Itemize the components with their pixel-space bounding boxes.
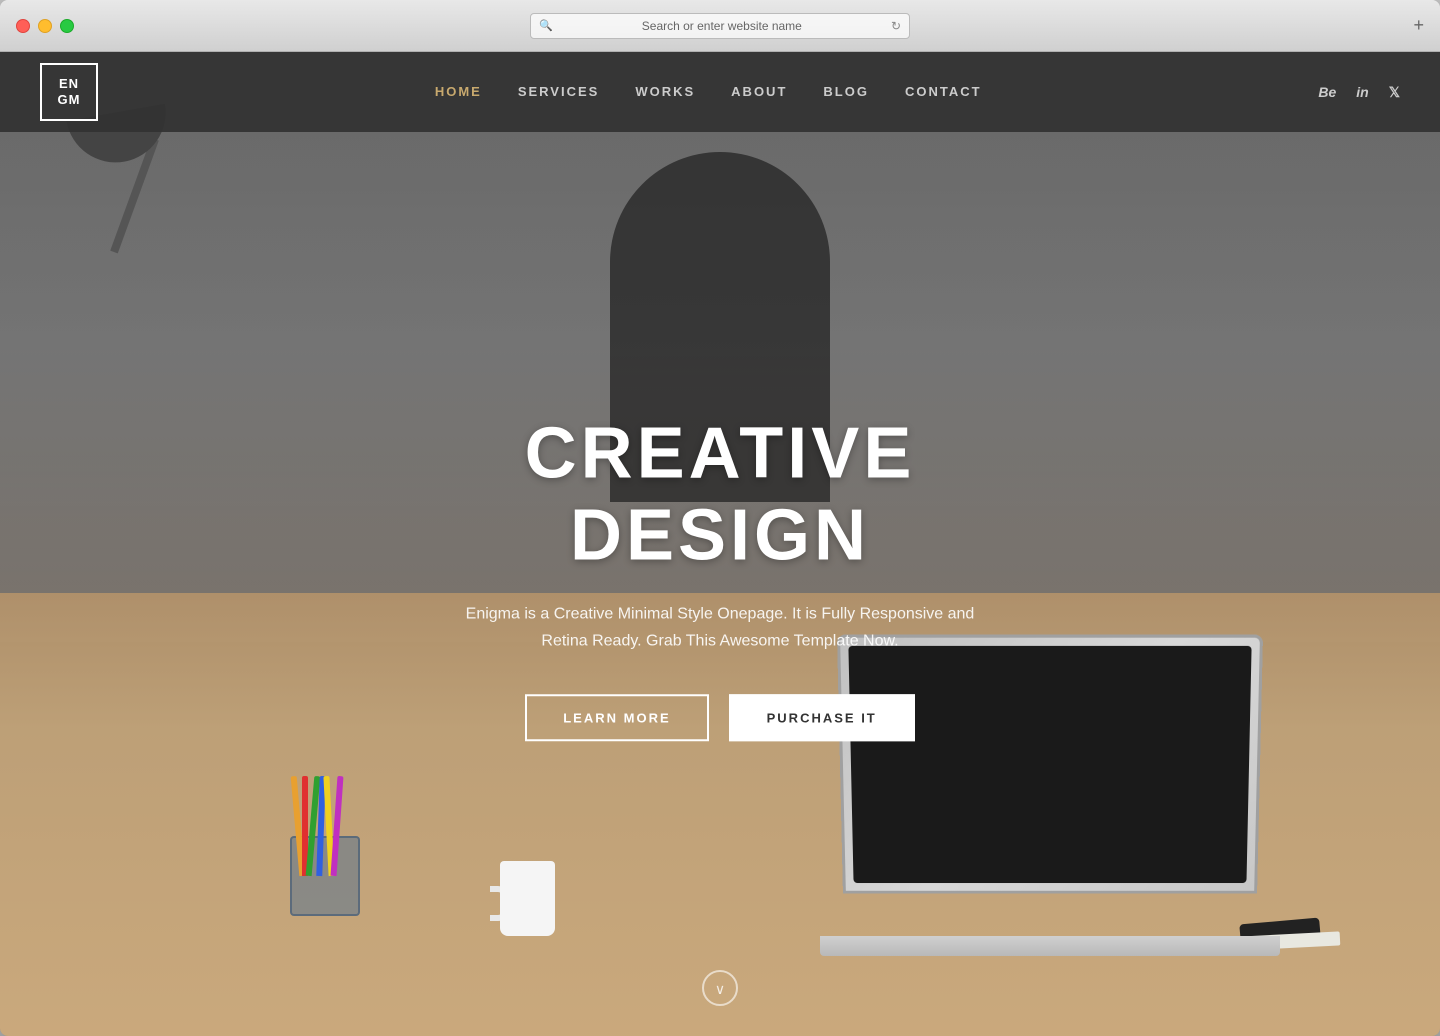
maximize-button[interactable] — [60, 19, 74, 33]
close-button[interactable] — [16, 19, 30, 33]
pencil-holder — [280, 796, 370, 916]
nav-works[interactable]: WORKS — [635, 84, 695, 99]
nav-blog[interactable]: BLOG — [823, 84, 869, 99]
hero-content: CREATIVE DESIGN Enigma is a Creative Min… — [370, 412, 1070, 741]
browser-window: 🔍 Search or enter website name ↻ + — [0, 0, 1440, 1036]
mug-body — [500, 861, 555, 936]
search-icon: 🔍 — [539, 19, 553, 32]
hero-title: CREATIVE DESIGN — [370, 412, 1070, 576]
behance-icon[interactable]: Be — [1318, 84, 1336, 100]
nav-contact[interactable]: CONTACT — [905, 84, 982, 99]
logo[interactable]: EN GM — [40, 63, 98, 121]
address-bar-text: Search or enter website name — [559, 19, 885, 33]
scroll-indicator[interactable]: ∨ — [702, 970, 738, 1006]
hero-buttons: LEARN MORE PURCHASE IT — [370, 695, 1070, 742]
scroll-circle[interactable]: ∨ — [702, 970, 738, 1006]
linkedin-icon[interactable]: in — [1356, 84, 1368, 100]
navbar: EN GM HOME SERVICES WORKS ABOUT BLOG CON… — [0, 52, 1440, 132]
apple-logo — [1030, 746, 1070, 786]
nav-about[interactable]: ABOUT — [731, 84, 787, 99]
reload-icon[interactable]: ↻ — [891, 19, 901, 33]
minimize-button[interactable] — [38, 19, 52, 33]
logo-text: EN GM — [58, 76, 81, 107]
purchase-button[interactable]: PURCHASE IT — [729, 695, 915, 742]
website-content: EN GM HOME SERVICES WORKS ABOUT BLOG CON… — [0, 52, 1440, 1036]
chevron-down-icon: ∨ — [715, 981, 725, 998]
address-bar[interactable]: 🔍 Search or enter website name ↻ — [530, 13, 910, 39]
learn-more-button[interactable]: LEARN MORE — [525, 695, 708, 742]
laptop-base — [820, 936, 1280, 956]
nav-services[interactable]: SERVICES — [518, 84, 600, 99]
hero-subtitle: Enigma is a Creative Minimal Style Onepa… — [370, 600, 1070, 654]
new-tab-button[interactable]: + — [1413, 15, 1424, 36]
nav-home[interactable]: HOME — [435, 84, 482, 99]
traffic-lights — [16, 19, 74, 33]
hero-section: EN GM HOME SERVICES WORKS ABOUT BLOG CON… — [0, 52, 1440, 1036]
mug-decoration — [490, 846, 560, 936]
social-links: Be in 𝕏 — [1318, 84, 1400, 101]
lamp-decoration — [50, 112, 250, 362]
title-bar: 🔍 Search or enter website name ↻ + — [0, 0, 1440, 52]
twitter-icon[interactable]: 𝕏 — [1389, 84, 1400, 101]
nav-menu: HOME SERVICES WORKS ABOUT BLOG CONTACT — [435, 83, 982, 101]
